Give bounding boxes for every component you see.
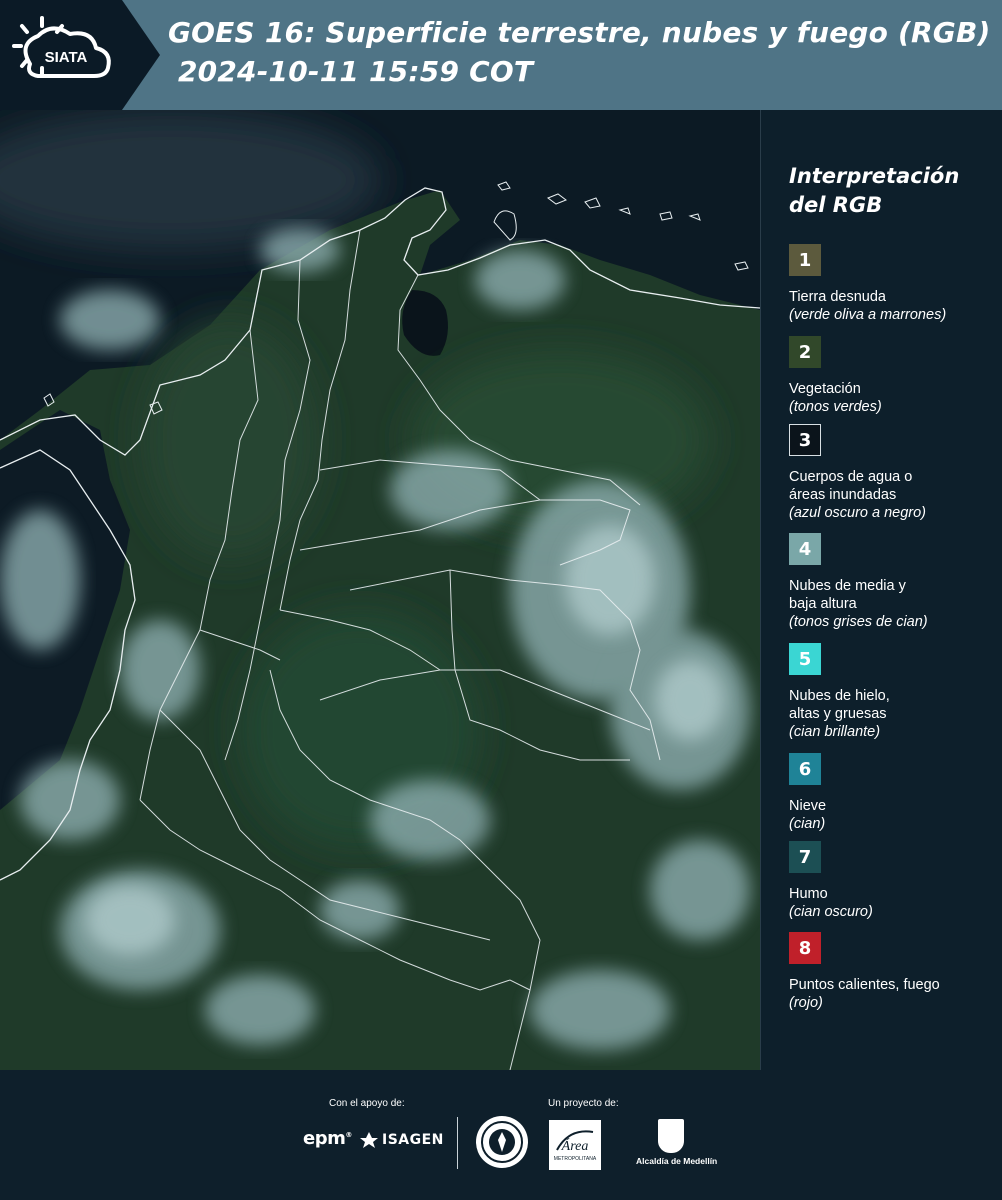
area-sub: METROPOLITANA: [554, 1156, 597, 1162]
alcaldia-name: Alcaldía de Medellín: [636, 1156, 718, 1166]
legend-label: Nubes de hielo, altas y gruesas: [789, 688, 890, 722]
legend-label: Tierra desnuda: [789, 289, 886, 305]
page-title: GOES 16: Superficie terrestre, nubes y f…: [168, 16, 991, 49]
swatch-3: 3: [789, 424, 821, 456]
legend-note: (verde oliva a marrones): [789, 307, 947, 323]
isagen-icon: [360, 1132, 378, 1148]
legend-item-water: 3 Cuerpos de agua o áreas inundadas (azu…: [789, 424, 999, 522]
header-bar: SIATA GOES 16: Superficie terrestre, nub…: [0, 0, 1002, 110]
swatch-4: 4: [789, 533, 821, 565]
sun-icon: SIATA: [12, 16, 111, 78]
swatch-1: 1: [789, 244, 821, 276]
page-timestamp: 2024-10-11 15:59 COT: [178, 55, 534, 88]
swatch-number: 1: [798, 249, 812, 271]
swatch-8: 8: [789, 932, 821, 964]
swatch-number: 8: [798, 937, 812, 959]
area-logo-graphic: Área METROPOLITANA: [554, 1130, 597, 1162]
legend-item-ice-clouds: 5 Nubes de hielo, altas y gruesas (cian …: [789, 643, 999, 741]
footer-divider: [457, 1117, 458, 1169]
footer-bar: Con el apoyo de: Un proyecto de: epm® IS…: [0, 1070, 1002, 1200]
logo-text: SIATA: [45, 49, 88, 66]
swatch-2: 2: [789, 336, 821, 368]
legend-label: Humo: [789, 886, 828, 902]
legend-note: (tonos verdes): [789, 399, 882, 415]
legend-item-bare-soil: 1 Tierra desnuda (verde oliva a marrones…: [789, 244, 999, 324]
alcaldia-logo[interactable]: Alcaldía de Medellín: [636, 1119, 718, 1166]
legend-item-vegetation: 2 Vegetación (tonos verdes): [789, 336, 999, 416]
legend-note: (tonos grises de cian): [789, 614, 928, 630]
legend-label: Vegetación: [789, 381, 861, 397]
isagen-logo[interactable]: ISAGEN: [360, 1132, 444, 1148]
epm-logo-text: epm: [303, 1128, 346, 1149]
legend-title: Interpretación del RGB: [789, 162, 959, 220]
legend-label: Nieve: [789, 798, 827, 814]
swatch-number: 4: [798, 538, 812, 560]
support-caption: Con el apoyo de:: [329, 1098, 405, 1109]
legend-title-line1: Interpretación: [789, 164, 960, 188]
crest-icon: [658, 1119, 684, 1153]
swatch-5: 5: [789, 643, 821, 675]
legend-item-smoke: 7 Humo (cian oscuro): [789, 841, 999, 921]
university-seal-logo[interactable]: [476, 1116, 528, 1168]
seal-icon: [481, 1121, 523, 1163]
legend-label: Nubes de media y baja altura: [789, 578, 906, 612]
legend-title-line2: del RGB: [789, 193, 883, 217]
map-canvas: [0, 110, 760, 1070]
legend-label: Cuerpos de agua o áreas inundadas: [789, 469, 913, 503]
rgb-legend: Interpretación del RGB 1 Tierra desnuda …: [760, 110, 1002, 1070]
isagen-logo-text: ISAGEN: [382, 1132, 444, 1148]
legend-item-mid-low-clouds: 4 Nubes de media y baja altura (tonos gr…: [789, 533, 999, 631]
swatch-number: 3: [798, 429, 812, 451]
swatch-7: 7: [789, 841, 821, 873]
satellite-map[interactable]: [0, 110, 760, 1070]
swatch-number: 7: [798, 846, 812, 868]
epm-logo[interactable]: epm®: [303, 1128, 352, 1149]
legend-note: (azul oscuro a negro): [789, 505, 927, 521]
legend-note: (cian brillante): [789, 724, 881, 740]
swatch-number: 6: [798, 758, 812, 780]
project-caption: Un proyecto de:: [548, 1098, 619, 1109]
legend-item-snow: 6 Nieve (cian): [789, 753, 999, 833]
legend-note: (cian oscuro): [789, 904, 873, 920]
swatch-number: 2: [798, 341, 812, 363]
siata-logo: SIATA: [0, 0, 160, 110]
andes-vegetation: [140, 320, 320, 560]
swatch-6: 6: [789, 753, 821, 785]
legend-note: (cian): [789, 816, 826, 832]
legend-item-fire: 8 Puntos calientes, fuego (rojo): [789, 932, 999, 1012]
legend-note: (rojo): [789, 995, 823, 1011]
area-metropolitana-logo[interactable]: Área METROPOLITANA: [549, 1120, 601, 1170]
area-name: Área: [561, 1137, 589, 1154]
legend-label: Puntos calientes, fuego: [789, 977, 940, 993]
swatch-number: 5: [798, 648, 812, 670]
